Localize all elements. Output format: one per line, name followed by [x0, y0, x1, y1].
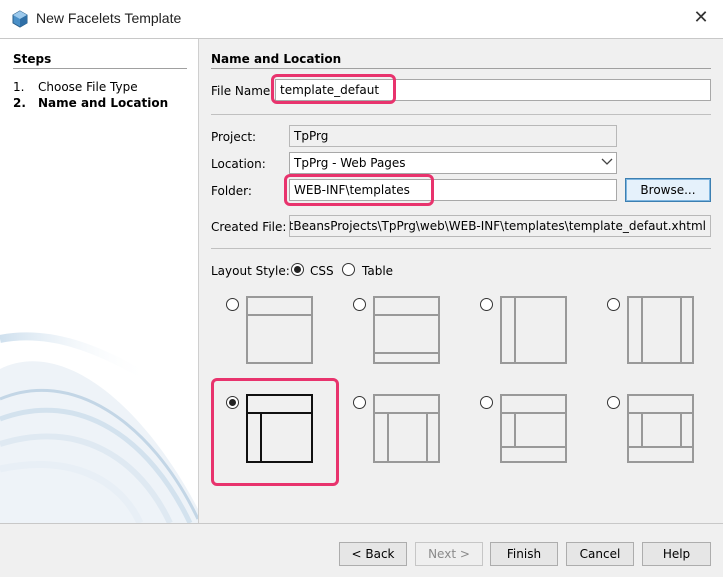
- chevron-down-icon[interactable]: [598, 155, 616, 173]
- file-name-label: File Name:: [211, 84, 275, 98]
- close-icon[interactable]: ✕: [692, 8, 710, 28]
- table-radio[interactable]: [342, 263, 355, 276]
- layout-2-preview[interactable]: [373, 296, 440, 364]
- section-divider: [211, 68, 711, 69]
- layout-4-preview[interactable]: [627, 296, 694, 364]
- created-file-label: Created File:: [211, 220, 287, 234]
- form-separator-1: [211, 114, 711, 115]
- finish-button[interactable]: Finish: [490, 542, 558, 566]
- steps-panel: [0, 39, 198, 523]
- netbeans-cube-icon: [12, 10, 28, 28]
- layout-7-preview[interactable]: [500, 394, 567, 463]
- layout-6-preview[interactable]: [373, 394, 440, 463]
- css-radio[interactable]: [291, 263, 304, 276]
- step-2-number: 2.: [13, 96, 26, 110]
- step-1-number: 1.: [13, 80, 25, 94]
- section-title: Name and Location: [211, 52, 342, 66]
- step-2-label: Name and Location: [38, 96, 169, 110]
- form-separator-2: [211, 248, 711, 249]
- window-title: New Facelets Template: [36, 10, 182, 26]
- layout-8-radio[interactable]: [607, 396, 620, 409]
- created-file-value: NetBeansProjects\TpPrg\web\WEB-INF\templ…: [289, 219, 706, 233]
- layout-7-radio[interactable]: [480, 396, 493, 409]
- layout-5-radio[interactable]: [226, 396, 239, 409]
- project-label: Project:: [211, 130, 257, 144]
- layout-1-radio[interactable]: [226, 298, 239, 311]
- css-radio-label[interactable]: CSS: [310, 264, 334, 278]
- layout-6-radio[interactable]: [353, 396, 366, 409]
- file-name-highlight: [271, 74, 396, 104]
- layout-3-radio[interactable]: [480, 298, 493, 311]
- cancel-button[interactable]: Cancel: [566, 542, 634, 566]
- table-radio-label[interactable]: Table: [362, 264, 393, 278]
- layout-style-label: Layout Style:: [211, 264, 290, 278]
- help-button[interactable]: Help: [642, 542, 711, 566]
- layout-2-radio[interactable]: [353, 298, 366, 311]
- location-select[interactable]: TpPrg - Web Pages: [289, 152, 617, 174]
- steps-divider: [13, 68, 187, 69]
- steps-title: Steps: [13, 52, 52, 66]
- step-1-label: Choose File Type: [38, 80, 138, 94]
- next-button[interactable]: Next >: [415, 542, 483, 566]
- decorative-swoosh: [0, 332, 198, 523]
- created-file-field: NetBeansProjects\TpPrg\web\WEB-INF\templ…: [289, 215, 711, 237]
- back-button[interactable]: < Back: [339, 542, 407, 566]
- layout-8-preview[interactable]: [627, 394, 694, 463]
- layout-1-preview[interactable]: [246, 296, 313, 364]
- layout-4-radio[interactable]: [607, 298, 620, 311]
- layout-3-preview[interactable]: [500, 296, 567, 364]
- layout-5-preview[interactable]: [246, 394, 313, 463]
- location-label: Location:: [211, 157, 266, 171]
- project-field: TpPrg: [289, 125, 617, 147]
- browse-button[interactable]: Browse...: [625, 178, 711, 202]
- folder-label: Folder:: [211, 184, 252, 198]
- folder-highlight: [284, 174, 434, 206]
